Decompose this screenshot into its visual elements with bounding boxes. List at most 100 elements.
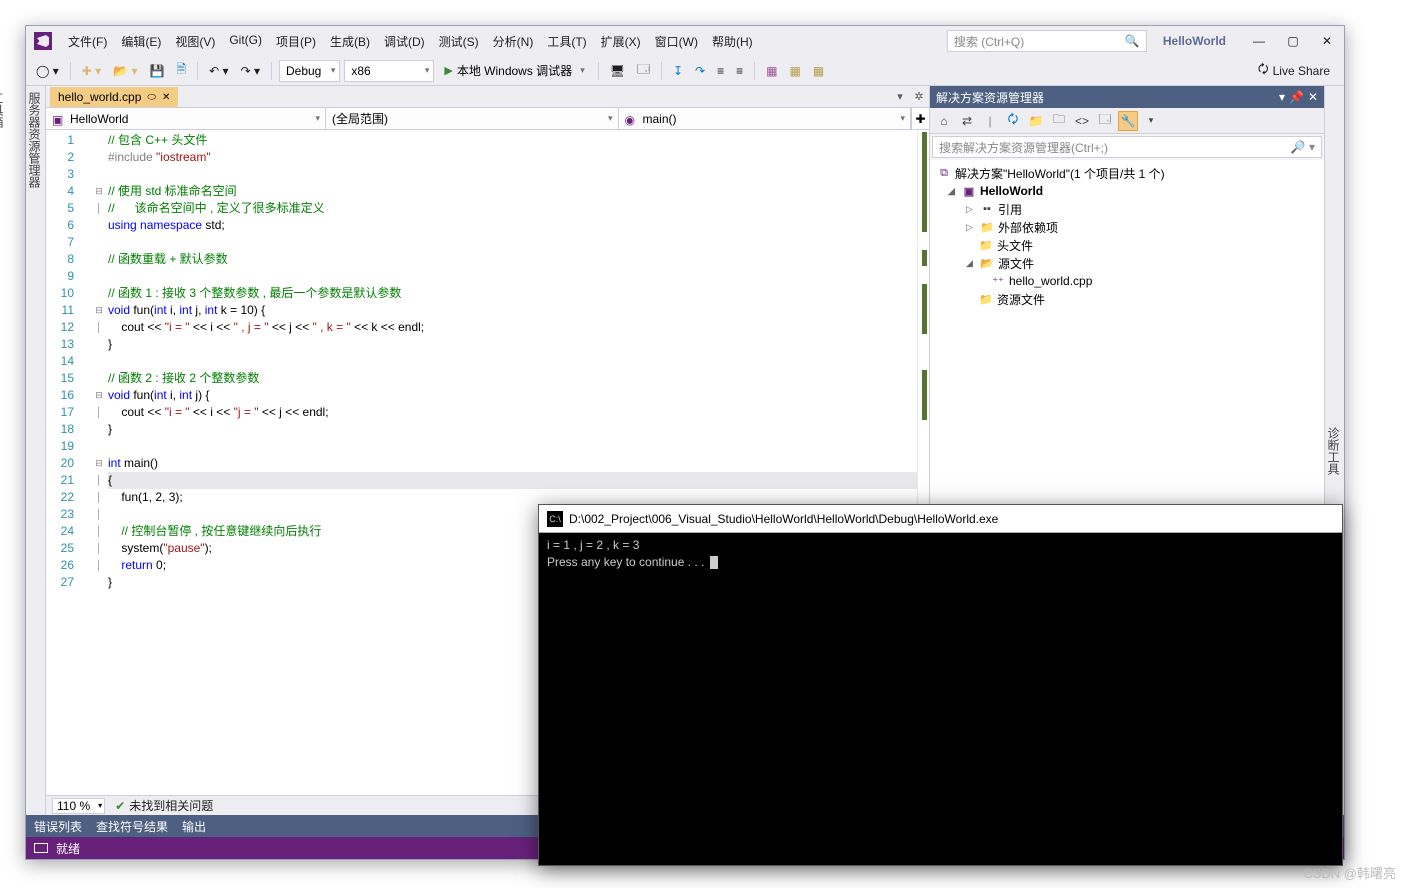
comment-icon[interactable]: ▦: [762, 62, 781, 80]
nav-bar: ▣HelloWorld (全局范围) ◉main() ✚: [46, 108, 929, 130]
panel-pin-icon[interactable]: 📌: [1289, 90, 1304, 104]
bottom-tab[interactable]: 查找符号结果: [96, 818, 168, 835]
menu-item[interactable]: 分析(N): [487, 29, 540, 54]
panel-close-icon[interactable]: ✕: [1308, 90, 1318, 104]
console-title-text: D:\002_Project\006_Visual_Studio\HelloWo…: [569, 512, 998, 526]
watermark: CSDN @韩曙亮: [1303, 863, 1396, 882]
menu-item[interactable]: 项目(P): [270, 29, 322, 54]
panel-dropdown-icon[interactable]: ▾: [1279, 90, 1285, 104]
console-output: i = 1 , j = 2 , k = 3 Press any key to c…: [539, 533, 1342, 865]
pin-icon[interactable]: ⬭: [147, 92, 156, 103]
toolbar-icon-1[interactable]: 🖥: [606, 62, 629, 80]
tree-header-files[interactable]: 📁头文件: [930, 236, 1324, 254]
wrench-icon[interactable]: 🔧: [1118, 111, 1138, 131]
refresh-icon[interactable]: 📁: [1026, 111, 1046, 131]
new-item-button[interactable]: ✚ ▾: [78, 62, 105, 80]
side-tab[interactable]: 工具箱: [0, 92, 6, 809]
search-placeholder: 搜索 (Ctrl+Q): [954, 33, 1024, 50]
toolbar-icon-2[interactable]: 🗔: [633, 58, 654, 83]
menu-item[interactable]: 视图(V): [169, 29, 221, 54]
tab-dropdown-icon[interactable]: ▾: [892, 88, 908, 104]
open-button[interactable]: 📂 ▾: [109, 62, 141, 80]
menu-item[interactable]: 测试(S): [433, 29, 485, 54]
step-over-icon[interactable]: ↷: [691, 62, 709, 80]
quick-search-input[interactable]: 搜索 (Ctrl+Q) 🔍: [947, 30, 1147, 52]
tree-solution-root[interactable]: ⧉解决方案"HelloWorld"(1 个项目/共 1 个): [930, 164, 1324, 182]
fold-column[interactable]: ⊟│⊟│⊟│⊟││││││: [92, 130, 106, 795]
vs-logo-icon: [34, 32, 52, 50]
solution-explorer-title: 解决方案资源管理器 ▾📌✕: [930, 86, 1324, 108]
tree-external-deps[interactable]: ▷📁外部依赖项: [930, 218, 1324, 236]
console-titlebar[interactable]: C:\ D:\002_Project\006_Visual_Studio\Hel…: [539, 505, 1342, 533]
collapse-icon[interactable]: ⇄: [957, 111, 977, 131]
main-menu: 文件(F)编辑(E)视图(V)Git(G)项目(P)生成(B)调试(D)测试(S…: [62, 29, 759, 54]
indent-icon[interactable]: ≡: [713, 62, 728, 80]
left-side-tabs[interactable]: 服务器资源管理器工具箱: [26, 86, 46, 815]
tree-references[interactable]: ▷▪▪引用: [930, 200, 1324, 218]
close-button[interactable]: ✕: [1310, 29, 1344, 53]
line-number-gutter: 1234567891011121314151617181920212223242…: [46, 130, 92, 795]
save-all-button[interactable]: 🗎: [172, 58, 190, 83]
live-share-icon: 🗘: [1258, 60, 1269, 81]
menu-item[interactable]: 窗口(W): [649, 29, 704, 54]
bottom-tab[interactable]: 错误列表: [34, 818, 82, 835]
issues-indicator[interactable]: ✔未找到相关问题: [115, 797, 213, 814]
home-icon[interactable]: ⌂: [934, 111, 954, 131]
document-tabs: hello_world.cpp ⬭ ✕ ▾ ✲: [46, 86, 929, 108]
step-into-icon[interactable]: ↧: [669, 62, 687, 80]
console-icon: C:\: [547, 511, 563, 527]
nav-scope-combo[interactable]: (全局范围): [326, 108, 619, 129]
redo-button[interactable]: ↷ ▾: [237, 62, 264, 80]
preview-icon[interactable]: 🗔: [1095, 111, 1115, 131]
window-controls: — ▢ ✕: [1242, 29, 1344, 53]
tree-source-file[interactable]: ⁺⁺hello_world.cpp: [930, 272, 1324, 290]
main-toolbar: ◯ ▾ ✚ ▾ 📂 ▾ 💾 🗎 ↶ ▾ ↷ ▾ Debug x86 ▶本地 Wi…: [26, 56, 1344, 86]
menu-item[interactable]: 生成(B): [324, 29, 376, 54]
solution-name-label: HelloWorld: [1155, 30, 1234, 52]
menu-item[interactable]: 工具(T): [541, 29, 592, 54]
menu-item[interactable]: Git(G): [223, 29, 268, 54]
tree-source-files[interactable]: ◢📂源文件: [930, 254, 1324, 272]
minimize-button[interactable]: —: [1242, 29, 1276, 53]
properties-icon[interactable]: <>: [1072, 111, 1092, 131]
nav-project-combo[interactable]: ▣HelloWorld: [46, 108, 326, 129]
status-text: 就绪: [56, 840, 80, 857]
menu-item[interactable]: 扩展(X): [595, 29, 647, 54]
nav-split-icon[interactable]: ✚: [911, 108, 929, 129]
tree-project[interactable]: ◢▣HelloWorld: [930, 182, 1324, 200]
solution-search-input[interactable]: 搜索解决方案资源管理器(Ctrl+;) 🔎 ▾: [932, 136, 1322, 158]
nav-member-combo[interactable]: ◉main(): [619, 108, 912, 129]
save-button[interactable]: 💾: [146, 62, 169, 80]
config-combo[interactable]: Debug: [279, 60, 340, 82]
undo-button[interactable]: ↶ ▾: [205, 62, 232, 80]
side-tab[interactable]: 服务器资源管理器: [26, 92, 43, 809]
start-debug-button[interactable]: ▶本地 Windows 调试器▾: [438, 60, 590, 81]
sync-icon[interactable]: 🗘: [1003, 111, 1023, 131]
close-tab-icon[interactable]: ✕: [162, 92, 170, 103]
show-all-icon[interactable]: 🗀: [1049, 111, 1069, 131]
menu-item[interactable]: 编辑(E): [115, 29, 167, 54]
search-icon: 🔎 ▾: [1291, 140, 1315, 154]
ok-icon: ✔: [115, 799, 125, 813]
menu-item[interactable]: 帮助(H): [706, 29, 759, 54]
search-icon: 🔍: [1125, 34, 1140, 48]
maximize-button[interactable]: ▢: [1276, 29, 1310, 53]
tab-gear-icon[interactable]: ✲: [911, 88, 927, 104]
status-icon: [34, 843, 48, 853]
menu-item[interactable]: 文件(F): [62, 29, 113, 54]
tree-resource-files[interactable]: 📁资源文件: [930, 290, 1324, 308]
tab-filename: hello_world.cpp: [58, 90, 141, 104]
live-share-button[interactable]: 🗘Live Share: [1250, 56, 1338, 85]
menu-item[interactable]: 调试(D): [378, 29, 431, 54]
outdent-icon[interactable]: ≡: [732, 62, 747, 80]
nav-back-button[interactable]: ◯ ▾: [32, 62, 63, 80]
uncomment-icon[interactable]: ▦: [785, 62, 804, 80]
bottom-tab[interactable]: 输出: [182, 818, 206, 835]
zoom-combo[interactable]: 110 %: [52, 798, 105, 814]
titlebar: 文件(F)编辑(E)视图(V)Git(G)项目(P)生成(B)调试(D)测试(S…: [26, 26, 1344, 56]
console-window: C:\ D:\002_Project\006_Visual_Studio\Hel…: [538, 504, 1343, 866]
bookmark-icon[interactable]: ▦: [809, 62, 828, 80]
sln-search-placeholder: 搜索解决方案资源管理器(Ctrl+;): [939, 139, 1108, 156]
document-tab-active[interactable]: hello_world.cpp ⬭ ✕: [50, 87, 178, 107]
platform-combo[interactable]: x86: [344, 60, 434, 82]
